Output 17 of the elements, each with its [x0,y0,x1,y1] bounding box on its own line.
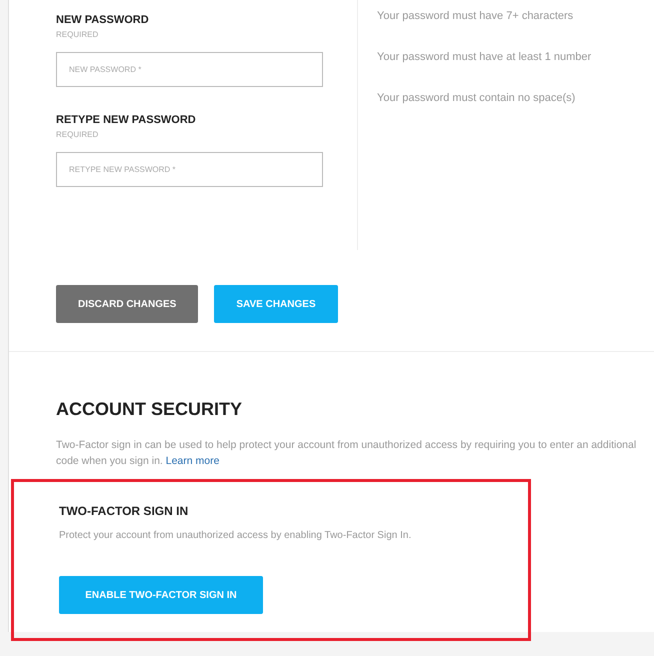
form-button[interactable]: DISCARD CHANGES [56,285,198,323]
password-rule: Your password must have 7+ characters [377,9,574,23]
password-rule: Your password must contain no space(s) [377,91,576,105]
required-note: REQUIRED [56,130,100,140]
field-label: NEW PASSWORD [56,13,150,27]
section-description: Protect your account from unauthorized access by enabling Two-Factor Sign In. [59,529,412,543]
password-rule: Your password must have at least 1 number [377,50,592,64]
section-subtitle: TWO-FACTOR SIGN IN [59,503,190,520]
enable-button[interactable]: ENABLE TWO-FACTOR SIGN IN [59,576,263,614]
field-label: RETYPE NEW PASSWORD [56,113,197,127]
section-description: Two-Factor sign in can be used to help protect your account from unauthorized access by requiring you to enter an additional code when you sign in. Learn more [56,438,638,469]
required-note: REQUIRED [56,30,100,40]
learn-more-link[interactable]: Learn more [166,455,220,467]
password-field[interactable]: NEW PASSWORD * [56,52,323,87]
password-field[interactable]: RETYPE NEW PASSWORD * [56,152,323,187]
form-button[interactable]: SAVE CHANGES [214,285,338,323]
section-title: ACCOUNT SECURITY [56,398,244,421]
